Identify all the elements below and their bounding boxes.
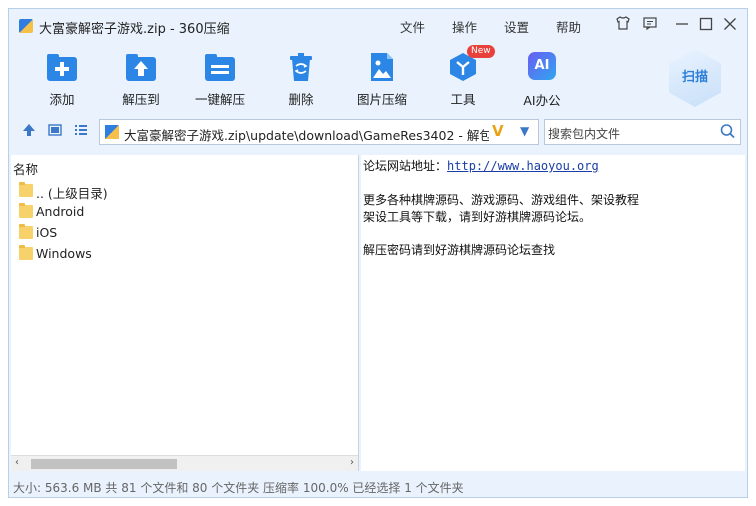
one-click-extract-icon xyxy=(203,51,237,83)
address-path: 大富豪解密子游戏.zip\update\download\GameRes3402… xyxy=(124,128,489,143)
horizontal-scrollbar[interactable]: ‹ › xyxy=(11,455,358,471)
folder-icon xyxy=(19,203,33,218)
menu-help[interactable]: 帮助 xyxy=(556,17,581,36)
ai-office-label: AI办公 xyxy=(523,93,561,108)
ai-office-icon: AI xyxy=(525,52,559,84)
forum-link[interactable]: http://www.haoyou.org xyxy=(447,159,599,173)
file-list-pane[interactable]: 名称 .. (上级目录) Android iOS Windows xyxy=(11,155,359,471)
skin-icon[interactable] xyxy=(612,15,634,37)
app-window: 大富豪解密子游戏.zip - 360压缩 文件 操作 设置 帮助 添加 解压到 … xyxy=(8,8,748,498)
status-text: 大小: 563.6 MB 共 81 个文件和 80 个文件夹 压缩率 100.0… xyxy=(13,481,464,495)
comment-line: 解压密码请到好游棋牌源码论坛查找 xyxy=(363,243,556,257)
delete-label: 删除 xyxy=(288,92,314,107)
window-title: 大富豪解密子游戏.zip - 360压缩 xyxy=(39,22,230,37)
list-item-parent[interactable]: .. (上级目录) xyxy=(19,181,349,201)
extract-to-button[interactable]: 解压到 xyxy=(104,51,178,108)
search-icon[interactable] xyxy=(720,122,736,144)
menu-operation[interactable]: 操作 xyxy=(452,17,477,36)
scroll-right-icon[interactable]: › xyxy=(350,457,354,468)
chevron-down-icon[interactable]: ▼ xyxy=(520,124,529,138)
folder-icon xyxy=(19,182,33,197)
file-name: iOS xyxy=(36,225,58,240)
comment-line-forum: 论坛网站地址：http://www.haoyou.org xyxy=(363,157,599,174)
minimize-button[interactable] xyxy=(671,15,693,37)
menu-file[interactable]: 文件 xyxy=(400,17,425,36)
search-input[interactable]: 搜索包内文件 xyxy=(544,119,741,145)
list-item[interactable]: Windows xyxy=(19,244,349,264)
close-button[interactable] xyxy=(719,15,741,37)
file-name: .. (上级目录) xyxy=(36,186,108,201)
tools-button[interactable]: New 工具 xyxy=(426,45,500,108)
menu-settings[interactable]: 设置 xyxy=(504,17,529,36)
title-bar: 大富豪解密子游戏.zip - 360压缩 文件 操作 设置 帮助 xyxy=(9,9,747,43)
comment-line: 更多各种棋牌源码、游戏源码、游戏组件、架设教程 xyxy=(363,193,640,207)
ai-office-button[interactable]: AI AI办公 xyxy=(505,51,579,109)
comment-line: 架设工具等下载，请到好游棋牌源码论坛。 xyxy=(363,210,592,224)
one-click-extract-button[interactable]: 一键解压 xyxy=(183,51,257,108)
list-view-icon[interactable] xyxy=(73,123,89,139)
file-name: Android xyxy=(36,204,85,219)
thumbnail-view-icon[interactable] xyxy=(47,123,63,139)
list-item[interactable]: iOS xyxy=(19,223,349,243)
scrollbar-thumb[interactable] xyxy=(31,459,177,469)
address-bar[interactable]: 大富豪解密子游戏.zip\update\download\GameRes3402… xyxy=(99,119,539,145)
maximize-button[interactable] xyxy=(695,15,717,37)
one-click-extract-label: 一键解压 xyxy=(194,92,245,107)
tools-icon: New xyxy=(446,45,495,83)
status-bar: 大小: 563.6 MB 共 81 个文件和 80 个文件夹 压缩率 100.0… xyxy=(9,475,747,497)
add-label: 添加 xyxy=(49,92,75,107)
folder-icon xyxy=(19,224,33,239)
feedback-icon[interactable] xyxy=(639,15,661,37)
tools-label: 工具 xyxy=(450,92,476,107)
folder-icon xyxy=(19,245,33,260)
verified-icon: V xyxy=(492,122,504,140)
delete-icon xyxy=(284,51,318,83)
app-logo-icon xyxy=(19,19,33,33)
zip-file-icon xyxy=(105,125,119,139)
scroll-left-icon[interactable]: ‹ xyxy=(15,457,19,468)
image-compress-label: 图片压缩 xyxy=(356,92,407,107)
extract-to-label: 解压到 xyxy=(122,92,160,107)
extract-to-icon xyxy=(124,51,158,83)
archive-comment-pane: 论坛网站地址：http://www.haoyou.org 更多各种棋牌源码、游戏… xyxy=(361,155,745,471)
new-badge: New xyxy=(467,45,495,58)
up-directory-icon[interactable] xyxy=(21,123,37,139)
search-placeholder: 搜索包内文件 xyxy=(548,127,621,141)
image-compress-icon xyxy=(365,51,399,83)
ai-icon-text: AI xyxy=(528,52,556,80)
add-icon xyxy=(45,51,79,83)
toolbar: 添加 解压到 一键解压 删除 图片压缩 New 工具 AI AI办公 xyxy=(9,43,747,115)
forum-label: 论坛网站地址： xyxy=(363,159,448,173)
column-header-name[interactable]: 名称 xyxy=(13,159,38,178)
delete-button[interactable]: 删除 xyxy=(264,51,338,108)
image-compress-button[interactable]: 图片压缩 xyxy=(345,51,419,108)
file-name: Windows xyxy=(36,246,92,261)
add-button[interactable]: 添加 xyxy=(25,51,99,108)
list-item[interactable]: Android xyxy=(19,202,349,222)
navigation-bar: 大富豪解密子游戏.zip\update\download\GameRes3402… xyxy=(9,117,747,147)
